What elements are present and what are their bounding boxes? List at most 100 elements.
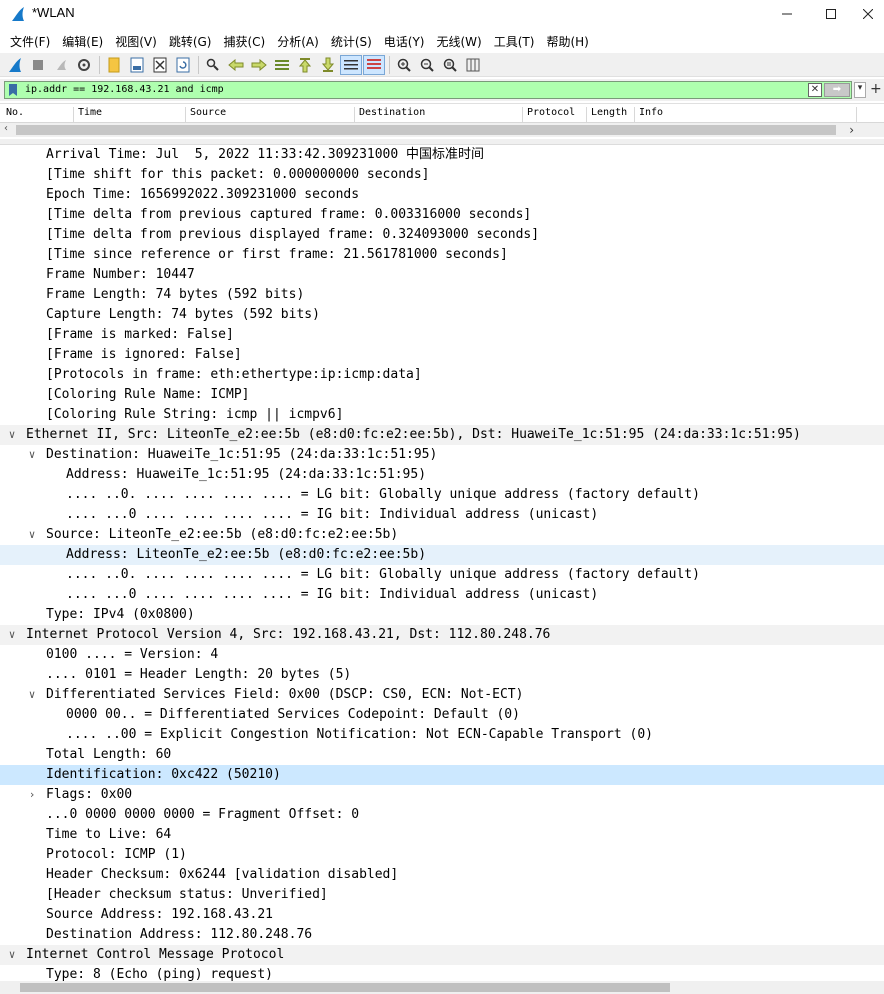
tree-field-row[interactable]: ...0 0000 0000 0000 = Fragment Offset: 0 [0, 805, 884, 825]
tree-section-row[interactable]: ∨ Ethernet II, Src: LiteonTe_e2:ee:5b (e8… [0, 425, 884, 445]
expanded-chevron-icon[interactable]: ∨ [6, 945, 18, 965]
tree-field-row[interactable]: Protocol: ICMP (1) [0, 845, 884, 865]
tree-field-row[interactable]: Type: 8 (Echo (ping) request) [0, 965, 884, 981]
tree-field-row[interactable]: [Protocols in frame: eth:ethertype:ip:ic… [0, 365, 884, 385]
colorize-button[interactable] [363, 54, 385, 75]
tree-field-row[interactable]: [Time delta from previous captured frame… [0, 205, 884, 225]
menu-view[interactable]: 视图(V) [109, 30, 163, 52]
tree-field-row[interactable]: Address: HuaweiTe_1c:51:95 (24:da:33:1c:… [0, 465, 884, 485]
menu-telephony[interactable]: 电话(Y) [378, 30, 431, 52]
tree-field-row[interactable]: [Time delta from previous displayed fram… [0, 225, 884, 245]
tree-field-row[interactable]: [Time shift for this packet: 0.000000000… [0, 165, 884, 185]
tree-field-row[interactable]: .... ...0 .... .... .... .... = IG bit: … [0, 585, 884, 605]
menu-statistics[interactable]: 统计(S) [325, 30, 378, 52]
tree-field-row[interactable]: Frame Length: 74 bytes (592 bits) [0, 285, 884, 305]
tree-field-row[interactable]: Type: IPv4 (0x0800) [0, 605, 884, 625]
resize-columns-button[interactable] [462, 55, 484, 75]
column-length[interactable]: Length [587, 107, 635, 123]
menu-go[interactable]: 跳转(G) [163, 30, 218, 52]
zoom-normal-button[interactable] [439, 55, 461, 75]
apply-filter-button[interactable]: ➡ [824, 83, 850, 97]
tree-field-row[interactable]: [Frame is marked: False] [0, 325, 884, 345]
restart-capture-button[interactable] [50, 55, 72, 75]
tree-field-row[interactable]: 0000 00.. = Differentiated Services Code… [0, 705, 884, 725]
scrollbar-thumb[interactable] [20, 983, 670, 992]
autoscroll-button[interactable] [340, 54, 362, 75]
go-forward-button[interactable] [248, 55, 270, 75]
menu-file[interactable]: 文件(F) [4, 30, 56, 52]
menu-capture[interactable]: 捕获(C) [217, 30, 271, 52]
add-filter-button[interactable]: + [870, 81, 882, 97]
tree-field-row[interactable]: .... ..0. .... .... .... .... = LG bit: … [0, 485, 884, 505]
save-file-button[interactable] [126, 55, 148, 75]
expanded-chevron-icon[interactable]: ∨ [26, 525, 38, 545]
stop-capture-button[interactable] [27, 55, 49, 75]
tree-field-row[interactable]: [Time since reference or first frame: 21… [0, 245, 884, 265]
tree-field-row[interactable]: ∨ Differentiated Services Field: 0x00 (DS… [0, 685, 884, 705]
bookmark-icon[interactable] [8, 84, 18, 96]
display-filter-input[interactable]: ip.addr == 192.168.43.21 and icmp ✕ ➡ [4, 81, 852, 99]
tree-field-row[interactable]: Total Length: 60 [0, 745, 884, 765]
maximize-button[interactable] [808, 0, 854, 28]
tree-field-row[interactable]: ∨ Source: LiteonTe_e2:ee:5b (e8:d0:fc:e2:… [0, 525, 884, 545]
expanded-chevron-icon[interactable]: ∨ [26, 685, 38, 705]
tree-field-row[interactable]: [Frame is ignored: False] [0, 345, 884, 365]
go-to-packet-button[interactable] [271, 55, 293, 75]
zoom-out-button[interactable] [416, 55, 438, 75]
tree-field-row[interactable]: Address: LiteonTe_e2:ee:5b (e8:d0:fc:e2:… [0, 545, 884, 565]
scroll-left-icon[interactable]: ‹ [4, 123, 8, 134]
menu-help[interactable]: 帮助(H) [540, 30, 594, 52]
details-hscrollbar[interactable] [0, 981, 884, 994]
tree-field-row[interactable]: Time to Live: 64 [0, 825, 884, 845]
close-button[interactable] [852, 0, 884, 28]
find-packet-button[interactable] [202, 55, 224, 75]
column-time[interactable]: Time [74, 107, 186, 123]
column-info[interactable]: Info [635, 107, 857, 123]
menu-edit[interactable]: 编辑(E) [56, 30, 109, 52]
tree-field-row[interactable]: [Coloring Rule Name: ICMP] [0, 385, 884, 405]
close-file-button[interactable] [149, 55, 171, 75]
column-protocol[interactable]: Protocol [523, 107, 587, 123]
go-back-button[interactable] [225, 55, 247, 75]
tree-field-row[interactable]: 0100 .... = Version: 4 [0, 645, 884, 665]
expanded-chevron-icon[interactable]: ∨ [6, 625, 18, 645]
tree-field-row[interactable]: Source Address: 192.168.43.21 [0, 905, 884, 925]
first-packet-button[interactable] [294, 55, 316, 75]
column-no[interactable]: No. [2, 107, 74, 123]
tree-field-row[interactable]: › Flags: 0x00 [0, 785, 884, 805]
tree-field-row[interactable]: Capture Length: 74 bytes (592 bits) [0, 305, 884, 325]
tree-field-row[interactable]: Identification: 0xc422 (50210) [0, 765, 884, 785]
zoom-in-button[interactable] [393, 55, 415, 75]
tree-field-row[interactable]: ∨ Destination: HuaweiTe_1c:51:95 (24:da:3… [0, 445, 884, 465]
tree-field-row[interactable]: .... ..0. .... .... .... .... = LG bit: … [0, 565, 884, 585]
tree-field-row[interactable]: .... ...0 .... .... .... .... = IG bit: … [0, 505, 884, 525]
capture-options-button[interactable] [73, 55, 95, 75]
last-packet-button[interactable] [317, 55, 339, 75]
filter-history-dropdown[interactable]: ▾ [854, 82, 866, 98]
tree-section-row[interactable]: ∨ Internet Control Message Protocol [0, 945, 884, 965]
start-capture-button[interactable] [4, 55, 26, 75]
reload-file-button[interactable] [172, 55, 194, 75]
tree-field-row[interactable]: [Header checksum status: Unverified] [0, 885, 884, 905]
open-file-button[interactable] [103, 55, 125, 75]
tree-field-row[interactable]: Frame Number: 10447 [0, 265, 884, 285]
collapsed-chevron-icon[interactable]: › [26, 785, 38, 805]
menu-tools[interactable]: 工具(T) [488, 30, 541, 52]
column-destination[interactable]: Destination [355, 107, 523, 123]
scrollbar-thumb[interactable] [16, 125, 836, 135]
clear-filter-button[interactable]: ✕ [808, 83, 822, 97]
minimize-button[interactable] [764, 0, 810, 28]
column-source[interactable]: Source [186, 107, 355, 123]
expanded-chevron-icon[interactable]: ∨ [26, 445, 38, 465]
tree-field-row[interactable]: Epoch Time: 1656992022.309231000 seconds [0, 185, 884, 205]
tree-field-row[interactable]: .... 0101 = Header Length: 20 bytes (5) [0, 665, 884, 685]
scroll-right-icon[interactable]: › [849, 123, 854, 137]
menu-wireless[interactable]: 无线(W) [431, 30, 488, 52]
tree-field-row[interactable]: Header Checksum: 0x6244 [validation disa… [0, 865, 884, 885]
tree-field-row[interactable]: Destination Address: 112.80.248.76 [0, 925, 884, 945]
expanded-chevron-icon[interactable]: ∨ [6, 425, 18, 445]
tree-section-row[interactable]: ∨ Internet Protocol Version 4, Src: 192.1… [0, 625, 884, 645]
tree-field-row[interactable]: Arrival Time: Jul 5, 2022 11:33:42.30923… [0, 145, 884, 165]
menu-analyze[interactable]: 分析(A) [271, 30, 325, 52]
tree-field-row[interactable]: [Coloring Rule String: icmp || icmpv6] [0, 405, 884, 425]
